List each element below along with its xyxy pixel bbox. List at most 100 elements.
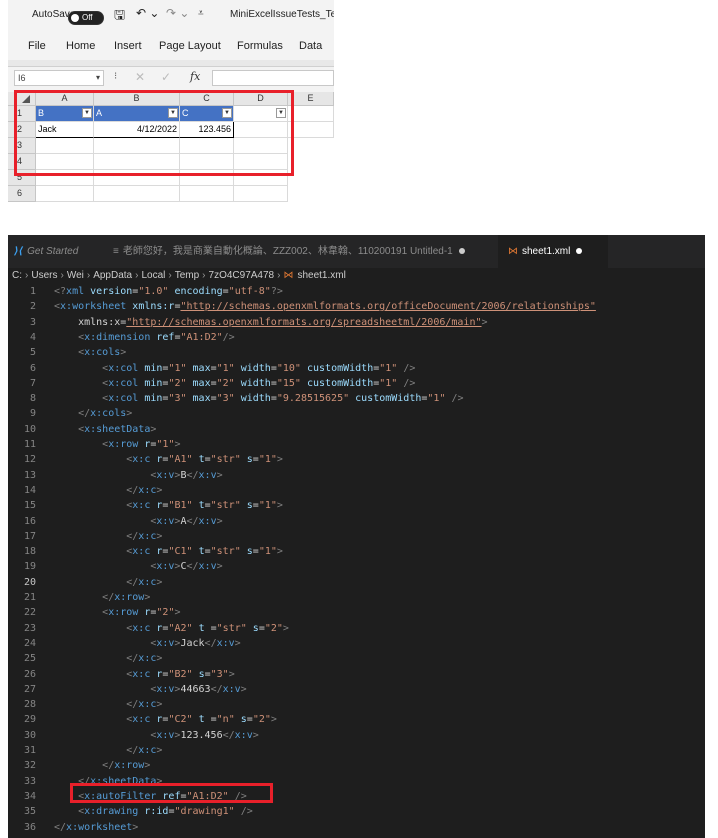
code-line[interactable]: 24 <x:v>Jack</x:v> — [8, 636, 241, 651]
enter-icon[interactable]: ✓ — [161, 70, 171, 84]
chevron-down-icon[interactable]: ▾ — [96, 71, 100, 85]
cancel-icon[interactable]: ✕ — [135, 70, 145, 84]
line-text: <x:c r="C1" t="str" s="1"> — [126, 546, 283, 558]
line-number: 30 — [23, 729, 36, 741]
code-line[interactable]: 9 </x:cols> — [8, 406, 132, 421]
code-line[interactable]: 18 <x:c r="C1" t="str" s="1"> — [8, 544, 283, 559]
breadcrumb-item[interactable]: sheet1.xml — [297, 270, 345, 281]
col-header-e[interactable]: E — [288, 92, 334, 106]
breadcrumb-item[interactable]: 7zO4C97A478 — [209, 270, 275, 281]
code-line[interactable]: 1 <?xml version="1.0" encoding="utf-8"?> — [8, 284, 283, 299]
unsaved-dot-icon — [576, 248, 583, 255]
line-number: 29 — [23, 714, 36, 726]
undo-icon[interactable]: ↶ ⌄ — [136, 6, 159, 20]
tab-home[interactable]: Home — [66, 40, 95, 52]
line-text: <x:v>Jack</x:v> — [150, 637, 241, 649]
code-line[interactable]: 5 <x:cols> — [8, 345, 126, 360]
line-number: 17 — [23, 530, 36, 542]
breadcrumb: C: › Users › Wei › AppData › Local › Temp › 7zO4C97A… — [8, 268, 705, 284]
line-number: 3 — [29, 316, 36, 328]
code-line[interactable]: 23 <x:c r="A2" t ="str" s="2"> — [8, 621, 289, 636]
code-line[interactable]: 25 </x:c> — [8, 651, 162, 666]
redo-icon[interactable]: ↷ ⌄ — [166, 6, 189, 20]
ribbon-tabs: File Home Insert Page Layout Formulas Da… — [8, 32, 334, 60]
more-options-icon[interactable]: ⁝ — [114, 71, 117, 82]
tab-sheet1-xml[interactable]: ⋈ sheet1.xml — [498, 235, 608, 268]
code-line[interactable]: 10 <x:sheetData> — [8, 422, 156, 437]
code-line[interactable]: 22 <x:row r="2"> — [8, 605, 181, 620]
breadcrumb-item[interactable]: Wei — [67, 270, 84, 281]
excel-title-bar: AutoSave Off 🖫 ↶ ⌄ ↷ ⌄ ⩡ MiniExcelIssueT… — [8, 0, 334, 32]
chevron-right-icon: › — [60, 270, 64, 281]
code-line[interactable]: 11 <x:row r="1"> — [8, 437, 181, 452]
line-number: 35 — [23, 806, 36, 818]
line-text: <x:c r="B2" s="3"> — [126, 668, 235, 680]
line-number: 6 — [29, 362, 36, 374]
autosave-state: Off — [82, 13, 93, 22]
unsaved-dot-icon — [458, 248, 465, 255]
tab-page-layout[interactable]: Page Layout — [159, 40, 221, 52]
code-line[interactable]: 36 </x:worksheet> — [8, 820, 138, 835]
line-number: 28 — [23, 699, 36, 711]
line-text: <x:v>A</x:v> — [150, 515, 223, 527]
cell-c6[interactable] — [180, 186, 234, 202]
code-line[interactable]: 6 <x:col min="1" max="1" width="10" cust… — [8, 361, 415, 376]
tab-formulas[interactable]: Formulas — [237, 40, 283, 52]
code-line[interactable]: 14 </x:c> — [8, 483, 162, 498]
cell-b6[interactable] — [94, 186, 180, 202]
tab-insert[interactable]: Insert — [114, 40, 142, 52]
customize-toolbar-icon[interactable]: ⩡ — [198, 8, 204, 19]
line-text: <x:c r="A2" t ="str" s="2"> — [126, 622, 289, 634]
code-line[interactable]: 17 </x:c> — [8, 529, 162, 544]
line-number: 32 — [23, 760, 36, 772]
code-line[interactable]: 13 <x:v>B</x:v> — [8, 468, 223, 483]
code-line[interactable]: 4 <x:dimension ref="A1:D2"/> — [8, 330, 235, 345]
breadcrumb-item[interactable]: Local — [141, 270, 165, 281]
line-text: </x:c> — [126, 576, 163, 588]
formula-bar: I6 ▾ ⁝ ✕ ✓ fx — [8, 68, 334, 88]
tab-untitled[interactable]: ≡ 老師您好，我是商業自動化概論、ZZZ002、林韋翰、110200191 Unt… — [113, 235, 493, 268]
line-text: <x:sheetData> — [78, 423, 157, 435]
cell-e2[interactable] — [288, 122, 334, 138]
code-line[interactable]: 15 <x:c r="B1" t="str" s="1"> — [8, 498, 283, 513]
breadcrumb-item[interactable]: Users — [31, 270, 57, 281]
code-line[interactable]: 30 <x:v>123.456</x:v> — [8, 728, 259, 743]
breadcrumb-item[interactable]: AppData — [93, 270, 132, 281]
code-line[interactable]: 8 <x:col min="3" max="3" width="9.285156… — [8, 391, 464, 406]
code-line[interactable]: 27 <x:v>44663</x:v> — [8, 682, 247, 697]
line-text: <x:v>44663</x:v> — [150, 683, 247, 695]
code-line[interactable]: 2 <x:worksheet xmlns:r="http://schemas.op… — [8, 299, 596, 314]
code-line[interactable]: 21 </x:row> — [8, 590, 150, 605]
line-number: 20 — [23, 576, 36, 588]
code-line[interactable]: 12 <x:c r="A1" t="str" s="1"> — [8, 452, 283, 467]
code-line[interactable]: 35 <x:drawing r:id="drawing1" /> — [8, 804, 253, 819]
autosave-toggle[interactable]: Off — [68, 11, 104, 25]
file-name: MiniExcelIssueTests_Te — [230, 9, 334, 20]
code-line[interactable]: 32 </x:row> — [8, 758, 150, 773]
code-line[interactable]: 3 xmlns:x="http://schemas.openxmlformats… — [8, 315, 488, 330]
cell-d6[interactable] — [234, 186, 288, 202]
code-line[interactable]: 26 <x:c r="B2" s="3"> — [8, 667, 235, 682]
line-number: 25 — [23, 653, 36, 665]
breadcrumb-item[interactable]: C: — [12, 270, 22, 281]
tab-get-started[interactable]: ⟩⟨ Get Started — [8, 235, 109, 268]
row-header-6[interactable]: 6 — [8, 186, 36, 202]
tab-data[interactable]: Data — [299, 40, 322, 52]
code-line[interactable]: 7 <x:col min="2" max="2" width="15" cust… — [8, 376, 415, 391]
line-text: <x:row r="1"> — [102, 439, 181, 450]
code-line[interactable]: 19 <x:v>C</x:v> — [8, 559, 223, 574]
formula-input[interactable] — [212, 70, 334, 86]
line-number: 13 — [23, 469, 36, 481]
code-line[interactable]: 16 <x:v>A</x:v> — [8, 514, 223, 529]
breadcrumb-item[interactable]: Temp — [175, 270, 199, 281]
code-line[interactable]: 28 </x:c> — [8, 697, 162, 712]
code-line[interactable]: 29 <x:c r="C2" t ="n" s="2"> — [8, 712, 277, 727]
save-icon[interactable]: 🖫 — [114, 6, 125, 28]
cell-e1[interactable] — [288, 106, 334, 122]
name-box[interactable]: I6 ▾ — [14, 70, 104, 86]
cell-a6[interactable] — [36, 186, 94, 202]
code-line[interactable]: 20 </x:c> — [8, 575, 162, 590]
insert-function-icon[interactable]: fx — [190, 70, 200, 83]
code-line[interactable]: 31 </x:c> — [8, 743, 162, 758]
tab-file[interactable]: File — [28, 40, 46, 52]
